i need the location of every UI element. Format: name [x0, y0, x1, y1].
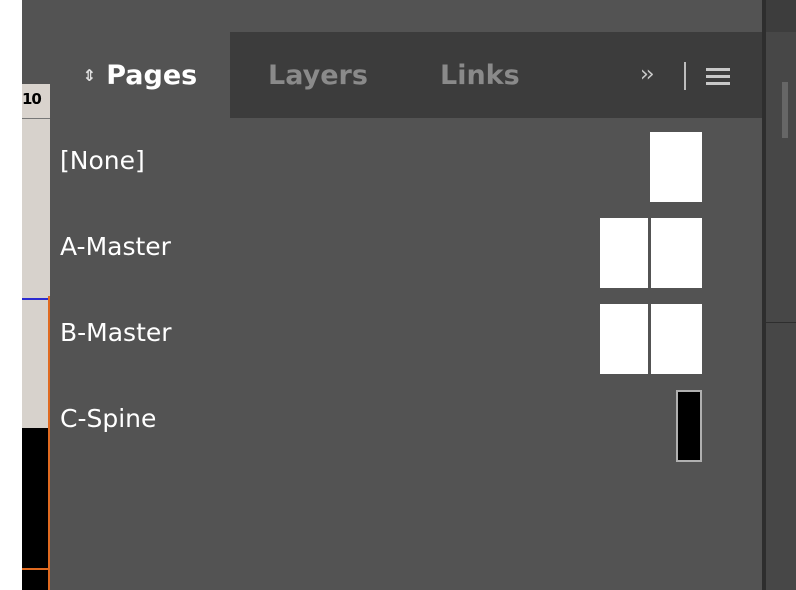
tab-pages-label: Pages: [106, 59, 198, 91]
hamburger-icon[interactable]: [706, 68, 730, 89]
updown-arrows-icon[interactable]: ⇕: [83, 66, 96, 85]
overflow-tabs-icon[interactable]: ››: [640, 62, 655, 87]
right-dock: [762, 0, 796, 590]
tab-divider: [684, 62, 686, 90]
panel-tab-bar: ⇕ Pages Layers Links ››: [50, 32, 762, 118]
master-label: [None]: [60, 146, 145, 175]
page-thumbnail-right[interactable]: [651, 304, 702, 374]
tab-links[interactable]: Links: [440, 32, 540, 118]
document-canvas[interactable]: 10: [22, 0, 50, 590]
ruler-number: 10: [22, 90, 42, 108]
master-label: C-Spine: [60, 404, 157, 433]
page-thumbnail-left[interactable]: [600, 304, 648, 374]
page-thumbnail-left[interactable]: [600, 218, 648, 288]
tab-layers[interactable]: Layers: [268, 32, 378, 118]
tab-layers-label: Layers: [268, 59, 368, 91]
pages-panel: ⇕ Pages Layers Links ›› [None] A-Master …: [50, 32, 762, 590]
spine-thumbnail[interactable]: [676, 390, 702, 462]
window-edge: [0, 0, 22, 590]
canvas-top: [22, 0, 50, 84]
scrollbar-thumb[interactable]: [782, 82, 788, 138]
bleed-line-bottom: [22, 568, 48, 570]
dock-divider: [766, 322, 796, 323]
page-thumbnail-right[interactable]: [651, 218, 702, 288]
dock-panel: [766, 32, 796, 590]
app-top-bar: [0, 0, 796, 32]
master-label: A-Master: [60, 232, 171, 261]
tab-pages[interactable]: ⇕ Pages: [50, 32, 230, 118]
page-thumbnail[interactable]: [650, 132, 702, 202]
page-content-black: [22, 428, 48, 590]
master-label: B-Master: [60, 318, 172, 347]
guide-line: [22, 298, 50, 300]
tab-links-label: Links: [440, 59, 520, 91]
